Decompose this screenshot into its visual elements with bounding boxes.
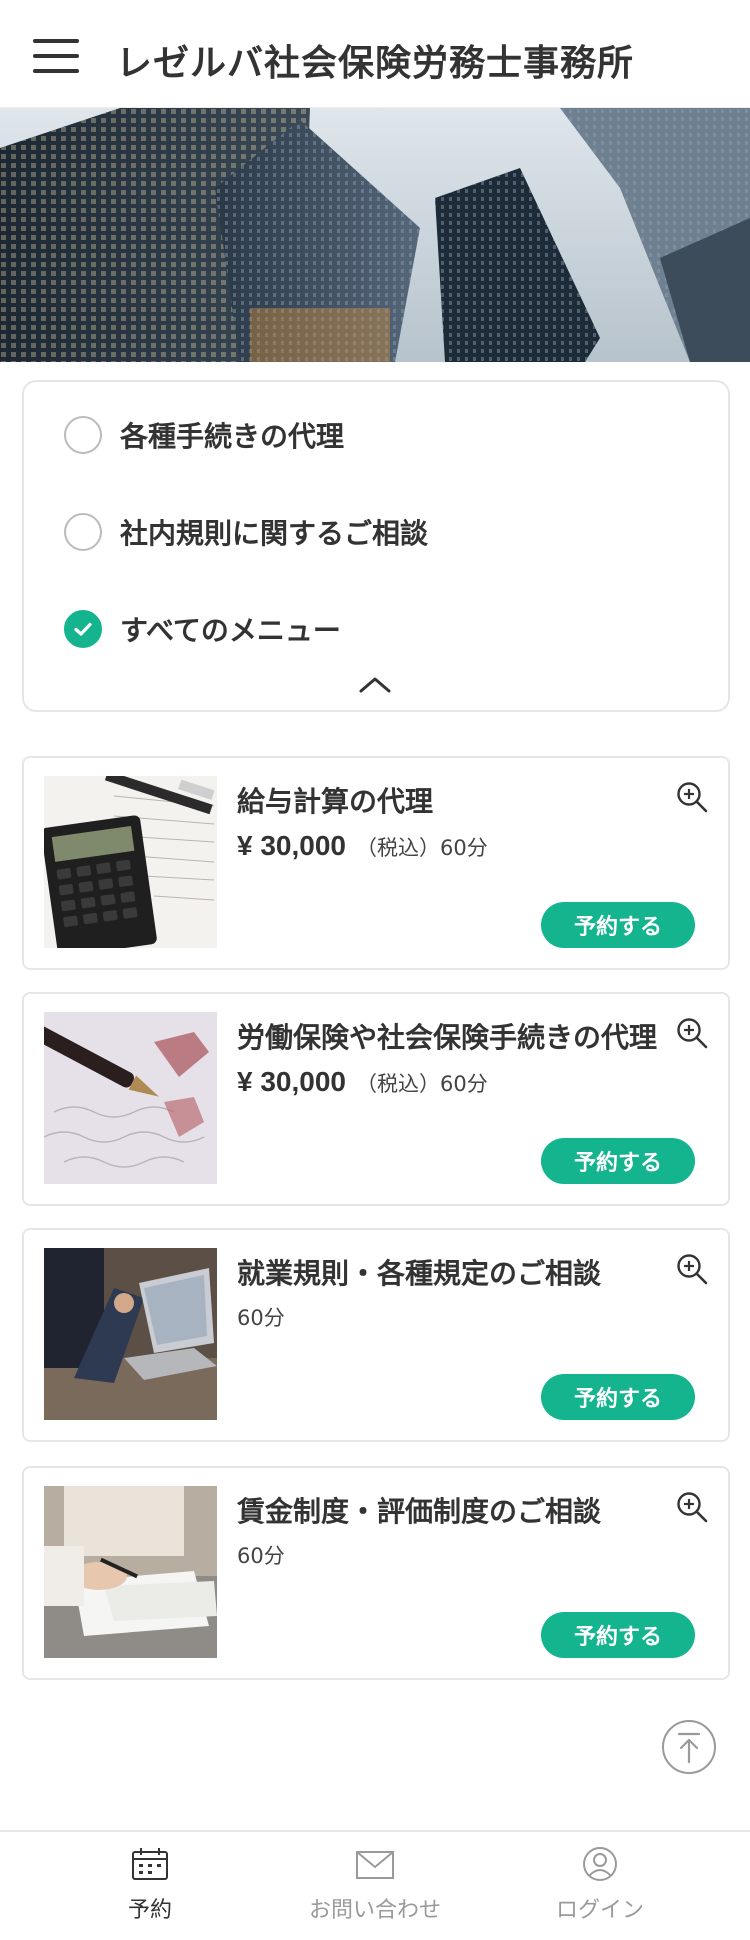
nav-item-login[interactable]: ログイン [500,1846,700,1936]
menu-price: ¥ 30,000 （税込） 60分 [237,1066,488,1098]
menu-price: ¥ 30,000 （税込） 60分 [237,830,488,862]
app-header: レゼルバ社会保険労務士事務所 [0,0,750,108]
scroll-to-top-button[interactable] [662,1720,716,1774]
hero-image [0,108,750,362]
radio-unchecked-icon[interactable] [64,416,102,454]
reserve-button[interactable]: 予約する [541,1374,695,1420]
menu-title[interactable]: 労働保険や社会保険手続きの代理 [237,1016,657,1056]
price-amount: ¥ 30,000 [237,830,346,861]
zoom-in-icon[interactable] [675,1252,709,1286]
duration: 60分 [237,1544,285,1568]
menu-thumbnail-laptop-meeting [44,1248,217,1420]
reserve-button[interactable]: 予約する [541,1612,695,1658]
radio-unchecked-icon[interactable] [64,513,102,551]
arrow-up-icon [677,1732,701,1764]
nav-label: 予約 [127,1898,172,1923]
nav-item-reservation[interactable]: 予約 [50,1846,250,1936]
zoom-in-icon[interactable] [675,780,709,814]
filter-label: 各種手続きの代理 [120,420,345,453]
zoom-in-icon[interactable] [675,1016,709,1050]
site-title: レゼルバ社会保険労務士事務所 [116,43,635,84]
menu-card: 労働保険や社会保険手続きの代理 ¥ 30,000 （税込） 60分 予約する [22,992,730,1206]
filter-option-all-menus[interactable]: すべてのメニュー [64,606,341,652]
menu-thumbnail-fountain-pen [44,1012,217,1184]
price-amount: ¥ 30,000 [237,1066,346,1097]
menu-card: 賃金制度・評価制度のご相談 60分 予約する [22,1466,730,1680]
filter-option-procedures[interactable]: 各種手続きの代理 [64,412,344,458]
duration: 60分 [440,1072,488,1096]
nav-label: お問い合わせ [308,1898,441,1923]
hamburger-menu-icon[interactable] [33,39,79,73]
nav-label: ログイン [555,1898,644,1923]
zoom-in-icon[interactable] [675,1490,709,1524]
menu-card: 就業規則・各種規定のご相談 60分 予約する [22,1228,730,1442]
duration: 60分 [440,836,488,860]
filter-label: すべてのメニュー [120,614,341,647]
menu-price: 60分 [237,1302,285,1332]
bottom-navigation: 予約 お問い合わせ ログイン [0,1830,750,1940]
reserve-button[interactable]: 予約する [541,902,695,948]
filter-option-rules-consultation[interactable]: 社内規則に関するご相談 [64,509,428,555]
menu-price: 60分 [237,1540,285,1570]
menu-filter-panel: 各種手続きの代理 社内規則に関するご相談 すべてのメニュー [22,380,730,712]
menu-title[interactable]: 給与計算の代理 [237,780,433,820]
filter-label: 社内規則に関するご相談 [120,517,429,550]
menu-thumbnail-calculator [44,776,217,948]
nav-item-contact[interactable]: お問い合わせ [275,1846,475,1936]
reserve-button[interactable]: 予約する [541,1138,695,1184]
user-icon [583,1847,617,1881]
menu-title[interactable]: 就業規則・各種規定のご相談 [237,1252,601,1292]
calendar-icon [132,1848,168,1880]
chevron-up-icon[interactable] [355,672,395,698]
tax-label: （税込） [356,1072,440,1096]
menu-title[interactable]: 賃金制度・評価制度のご相談 [237,1490,601,1530]
radio-checked-icon[interactable] [64,610,102,648]
menu-thumbnail-signing-documents [44,1486,217,1658]
envelope-icon [356,1851,394,1879]
menu-card: 給与計算の代理 ¥ 30,000 （税込） 60分 予約する [22,756,730,970]
tax-label: （税込） [356,836,440,860]
duration: 60分 [237,1306,285,1330]
